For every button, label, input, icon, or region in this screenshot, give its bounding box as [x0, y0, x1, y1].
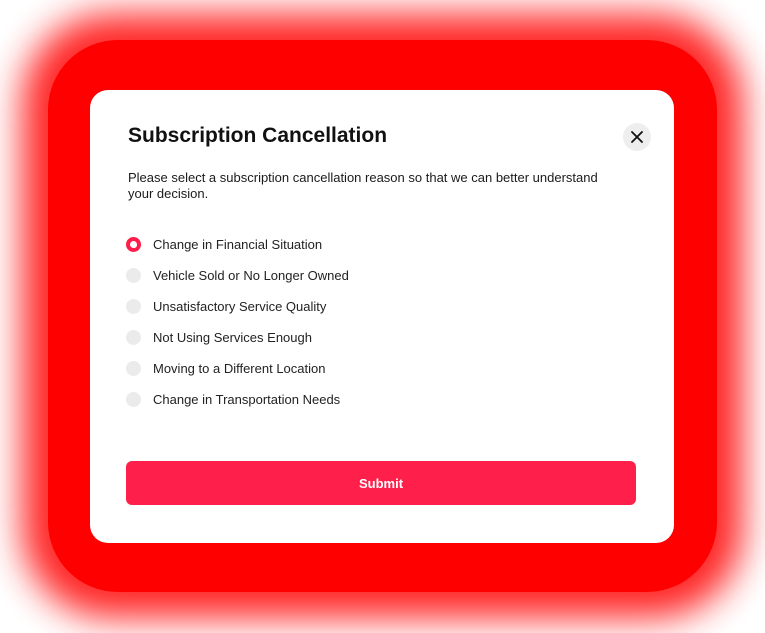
reason-label: Change in Transportation Needs	[153, 392, 341, 407]
reason-option[interactable]: Not Using Services Enough	[126, 322, 349, 353]
reason-option[interactable]: Unsatisfactory Service Quality	[126, 291, 349, 322]
cancellation-dialog: Subscription Cancellation Please select …	[90, 90, 674, 543]
submit-button[interactable]: Submit	[126, 461, 636, 505]
close-icon	[631, 131, 643, 143]
close-button[interactable]	[623, 123, 651, 151]
radio-button[interactable]	[126, 361, 141, 376]
reason-label: Change in Financial Situation	[153, 237, 323, 252]
reason-label: Not Using Services Enough	[153, 330, 312, 345]
dialog-description: Please select a subscription cancellatio…	[128, 170, 598, 201]
reason-option[interactable]: Change in Transportation Needs	[126, 384, 349, 415]
radio-button[interactable]	[126, 268, 141, 283]
reason-list: Change in Financial Situation Vehicle So…	[126, 229, 349, 415]
radio-button[interactable]	[126, 299, 141, 314]
screen: Subscription Cancellation Please select …	[0, 0, 765, 633]
dialog-title: Subscription Cancellation	[128, 124, 388, 147]
reason-label: Unsatisfactory Service Quality	[153, 299, 327, 314]
reason-label: Vehicle Sold or No Longer Owned	[153, 268, 349, 283]
reason-option[interactable]: Vehicle Sold or No Longer Owned	[126, 260, 349, 291]
reason-option[interactable]: Moving to a Different Location	[126, 353, 349, 384]
radio-button[interactable]	[126, 330, 141, 345]
radio-button[interactable]	[126, 237, 141, 252]
radio-button[interactable]	[126, 392, 141, 407]
reason-label: Moving to a Different Location	[153, 361, 326, 376]
reason-option[interactable]: Change in Financial Situation	[126, 229, 349, 260]
